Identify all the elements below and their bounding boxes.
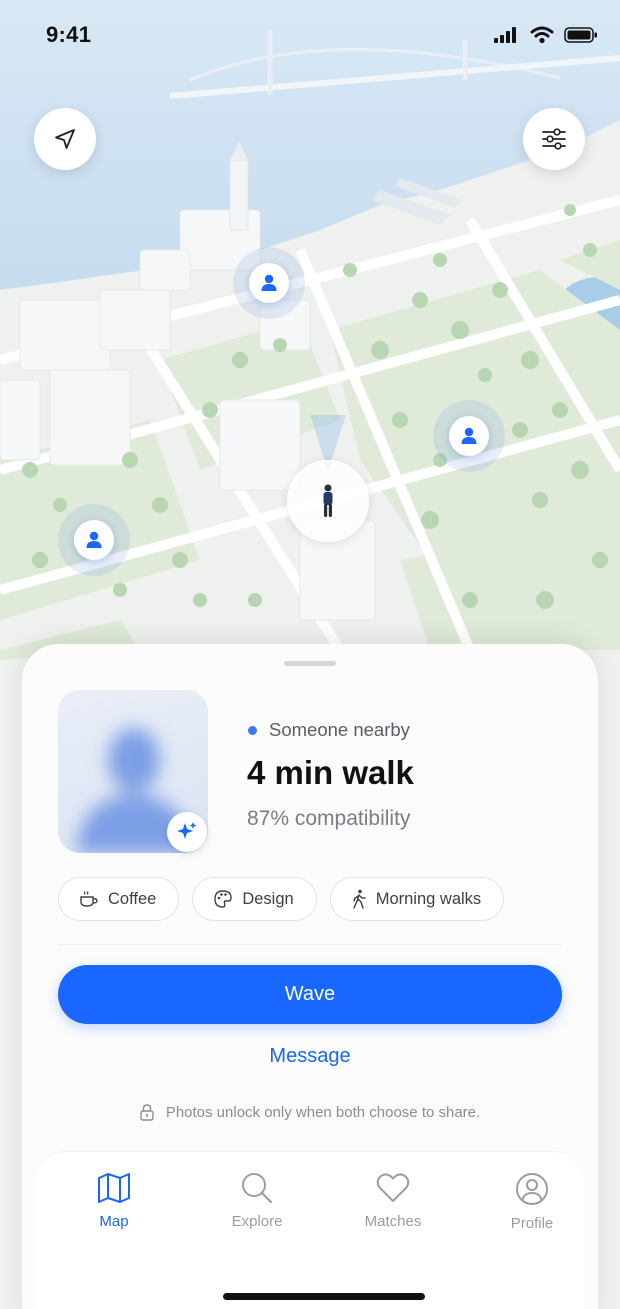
wave-button[interactable]: Wave bbox=[58, 965, 562, 1024]
heart-icon bbox=[376, 1173, 410, 1202]
palette-icon bbox=[214, 890, 233, 908]
profile-sheet[interactable]: Someone nearby 4 min walk 87% compatibil… bbox=[22, 644, 598, 1309]
coffee-cup-icon bbox=[80, 891, 98, 907]
status-time: 9:41 bbox=[46, 22, 92, 47]
privacy-text: Photos unlock only when both choose to s… bbox=[165, 1104, 481, 1121]
tab-profile[interactable]: Profile bbox=[482, 1172, 582, 1232]
tag-label: Coffee bbox=[108, 889, 157, 908]
locate-me-button[interactable] bbox=[34, 108, 96, 170]
ai-match-badge bbox=[167, 812, 207, 852]
status-icons bbox=[494, 26, 598, 44]
tab-explore[interactable]: Explore bbox=[207, 1172, 307, 1230]
status-bar: 9:41 bbox=[0, 0, 620, 70]
search-icon bbox=[242, 1173, 273, 1204]
home-indicator bbox=[223, 1293, 425, 1300]
tag-label: Design bbox=[242, 889, 294, 908]
divider bbox=[58, 944, 562, 945]
privacy-note: Photos unlock only when both choose to s… bbox=[22, 1104, 598, 1121]
nearby-person-pin[interactable] bbox=[58, 504, 130, 576]
sheet-grabber[interactable] bbox=[284, 661, 336, 666]
filter-button[interactable] bbox=[523, 108, 585, 170]
sparkle-icon bbox=[177, 822, 197, 839]
wave-button-label: Wave bbox=[284, 983, 336, 1005]
tag-design[interactable]: Design bbox=[192, 877, 317, 921]
pin-marker bbox=[74, 520, 114, 560]
walking-figure-icon bbox=[323, 484, 333, 517]
message-button[interactable]: Message bbox=[22, 1045, 598, 1068]
clock-tower bbox=[229, 142, 249, 231]
cellular-signal-icon bbox=[494, 27, 516, 43]
tab-matches[interactable]: Matches bbox=[343, 1172, 443, 1230]
tab-label: Matches bbox=[364, 1213, 422, 1230]
navigation-arrow-icon bbox=[55, 129, 75, 149]
person-icon bbox=[261, 274, 277, 291]
tag-coffee[interactable]: Coffee bbox=[58, 877, 180, 921]
tag-morning-walks[interactable]: Morning walks bbox=[329, 877, 505, 921]
nearby-person-pin[interactable] bbox=[233, 247, 305, 319]
presence-dot bbox=[248, 725, 257, 735]
wifi-icon bbox=[530, 26, 554, 44]
interest-tags: Coffee Design Morning walks bbox=[58, 877, 505, 921]
lock-icon bbox=[140, 1104, 154, 1121]
nearby-label: Someone nearby bbox=[269, 719, 410, 740]
nearby-person-pin[interactable] bbox=[433, 400, 505, 472]
walking-person-icon bbox=[353, 889, 366, 909]
tab-label: Profile bbox=[510, 1215, 554, 1232]
pin-marker bbox=[449, 416, 489, 456]
sliders-icon bbox=[542, 128, 566, 150]
compatibility-score: 87% compatibility bbox=[247, 807, 411, 830]
tab-label: Map bbox=[99, 1213, 129, 1230]
user-circle-icon bbox=[516, 1173, 548, 1205]
tab-bar: Map Explore Matches Profile bbox=[36, 1152, 584, 1309]
battery-icon bbox=[564, 27, 597, 43]
person-icon bbox=[86, 531, 102, 548]
person-icon bbox=[461, 427, 477, 444]
map-icon bbox=[98, 1173, 130, 1203]
pin-marker bbox=[249, 263, 289, 303]
tab-label: Explore bbox=[231, 1213, 283, 1230]
tab-map[interactable]: Map bbox=[64, 1172, 164, 1230]
walk-distance: 4 min walk bbox=[247, 754, 414, 791]
presence-row: Someone nearby bbox=[248, 719, 410, 741]
tag-label: Morning walks bbox=[375, 889, 482, 908]
current-location-marker[interactable] bbox=[287, 460, 369, 542]
